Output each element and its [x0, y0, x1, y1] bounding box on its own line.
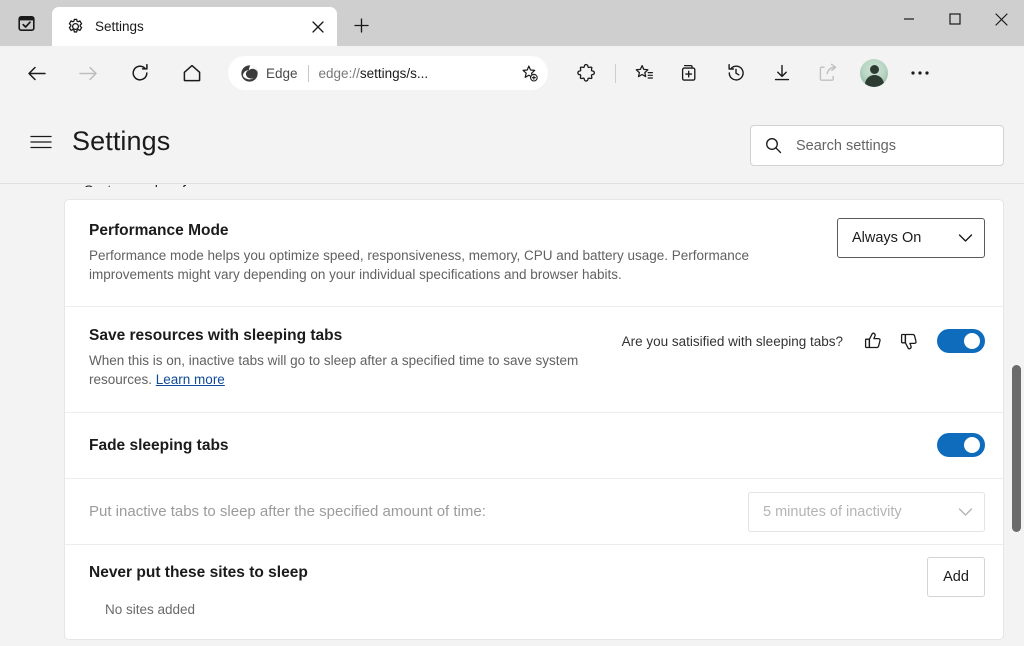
extensions-icon[interactable]: [570, 56, 604, 90]
chevron-down-icon: [958, 507, 973, 517]
url-scheme: edge://: [319, 66, 360, 81]
row-sleeping-tabs: Save resources with sleeping tabs When t…: [65, 306, 1003, 412]
window-controls: [886, 0, 1024, 38]
toolbar-actions: [564, 56, 943, 90]
row-performance-mode: Performance Mode Performance mode helps …: [65, 200, 1003, 306]
settings-content: System and performance Performance Mode …: [0, 185, 1024, 646]
sleeping-tabs-toggle[interactable]: [937, 329, 985, 353]
toolbar-divider: [615, 64, 616, 83]
share-icon: [811, 56, 845, 90]
fade-sleeping-tabs-toggle[interactable]: [937, 433, 985, 457]
no-sites-message: No sites added: [105, 602, 979, 617]
add-favorite-icon[interactable]: [514, 58, 544, 88]
home-icon[interactable]: [174, 55, 210, 91]
thumbs-up-icon[interactable]: [859, 327, 887, 355]
address-bar[interactable]: Edge edge://settings/s...: [228, 56, 548, 90]
row-fade-sleeping-tabs: Fade sleeping tabs: [65, 412, 1003, 478]
inactive-time-dropdown: 5 minutes of inactivity: [748, 492, 985, 532]
tab-title: Settings: [95, 19, 305, 34]
minimize-icon[interactable]: [886, 0, 932, 38]
search-settings-box[interactable]: [750, 125, 1004, 166]
url-path: settings/s...: [360, 66, 428, 81]
performance-mode-dropdown[interactable]: Always On: [837, 218, 985, 258]
clipped-section-heading: System and performance: [84, 185, 240, 187]
inactive-time-label: Put inactive tabs to sleep after the spe…: [89, 503, 486, 520]
hamburger-menu-icon[interactable]: [24, 125, 58, 159]
scrollbar-track[interactable]: [1009, 185, 1024, 646]
performance-mode-dropdown-value: Always On: [852, 230, 921, 246]
thumbs-down-icon[interactable]: [895, 327, 923, 355]
maximize-icon[interactable]: [932, 0, 978, 38]
new-tab-icon[interactable]: [344, 8, 378, 42]
close-icon[interactable]: [305, 14, 331, 40]
feedback-question: Are you satisified with sleeping tabs?: [622, 334, 843, 349]
back-icon[interactable]: [18, 55, 54, 91]
search-icon: [765, 137, 782, 154]
avatar[interactable]: [860, 59, 888, 87]
edge-brand-label: Edge: [266, 66, 298, 81]
learn-more-link[interactable]: Learn more: [156, 372, 225, 387]
never-sleep-sites-title: Never put these sites to sleep: [89, 564, 979, 582]
edge-logo-icon: [240, 64, 259, 83]
history-icon[interactable]: [719, 56, 753, 90]
refresh-icon[interactable]: [122, 55, 158, 91]
page-title: Settings: [72, 126, 170, 157]
row-never-sleep-sites: Never put these sites to sleep Add No si…: [65, 544, 1003, 639]
close-window-icon[interactable]: [978, 0, 1024, 38]
address-bar-url[interactable]: edge://settings/s...: [319, 66, 514, 81]
chevron-down-icon: [958, 233, 973, 243]
toggle-knob: [964, 437, 980, 453]
sleeping-tabs-feedback: Are you satisified with sleeping tabs?: [622, 327, 985, 355]
gear-icon: [66, 18, 84, 36]
toggle-knob: [964, 333, 980, 349]
add-site-button[interactable]: Add: [927, 557, 985, 597]
sleeping-tabs-description: When this is on, inactive tabs will go t…: [89, 351, 609, 389]
inactive-time-dropdown-value: 5 minutes of inactivity: [763, 504, 902, 520]
tab-strip: Settings: [0, 0, 1024, 46]
tab-actions-icon[interactable]: [6, 3, 46, 43]
fade-sleeping-tabs-title: Fade sleeping tabs: [89, 437, 229, 455]
performance-mode-description: Performance mode helps you optimize spee…: [89, 246, 819, 284]
downloads-icon[interactable]: [765, 56, 799, 90]
favorites-icon[interactable]: [627, 56, 661, 90]
scrollbar-thumb[interactable]: [1012, 365, 1021, 532]
collections-icon[interactable]: [673, 56, 707, 90]
search-input[interactable]: [796, 138, 986, 154]
avatar-head: [870, 65, 879, 74]
browser-toolbar: Edge edge://settings/s...: [0, 46, 1024, 100]
omnibox-divider: [308, 65, 309, 82]
forward-icon: [70, 55, 106, 91]
row-inactive-time: Put inactive tabs to sleep after the spe…: [65, 478, 1003, 544]
browser-tab-settings[interactable]: Settings: [52, 7, 337, 46]
edge-browser-window: Settings: [0, 0, 1024, 646]
avatar-body: [865, 75, 884, 87]
more-options-icon[interactable]: [903, 56, 937, 90]
settings-card: Performance Mode Performance mode helps …: [64, 199, 1004, 640]
